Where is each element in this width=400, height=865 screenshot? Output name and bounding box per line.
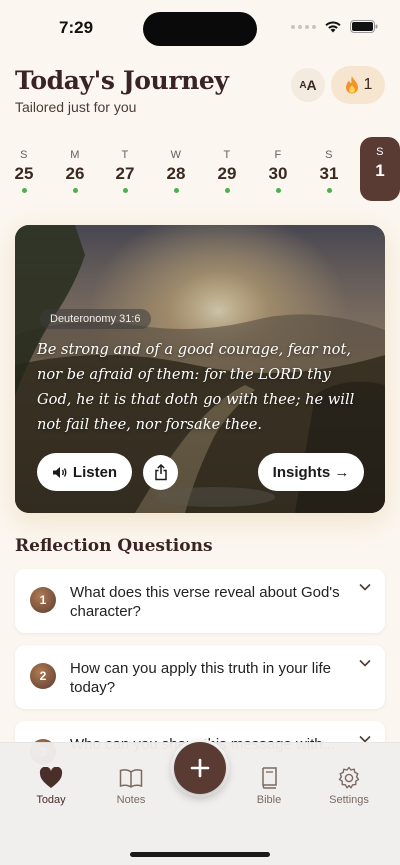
week-strip: S 25 M 26 T 27 W 28 T 29 F 30 S 31 S 1	[0, 137, 400, 202]
day-number: 31	[319, 164, 339, 183]
day-item[interactable]: S 25	[4, 140, 44, 202]
day-item-selected[interactable]: S 1	[360, 137, 400, 201]
day-item[interactable]: W 28	[156, 140, 196, 202]
day-of-week: M	[70, 149, 80, 161]
share-button[interactable]	[143, 455, 178, 490]
day-number: 28	[166, 164, 186, 183]
day-of-week: F	[274, 149, 282, 161]
day-of-week: S	[325, 149, 333, 161]
completed-dot	[173, 188, 179, 193]
status-icons	[291, 20, 378, 33]
completed-dot	[21, 188, 27, 193]
question-number: 2	[30, 663, 56, 689]
status-bar: 7:29	[0, 0, 400, 54]
signal-dots-icon	[291, 24, 316, 29]
completed-dot	[326, 188, 332, 193]
day-number: 29	[217, 164, 237, 183]
plus-icon	[190, 758, 210, 778]
day-item[interactable]: S 31	[309, 140, 349, 202]
tab-settings[interactable]: Settings	[314, 765, 384, 806]
day-item[interactable]: T 27	[105, 140, 145, 202]
day-number: 27	[115, 164, 135, 183]
day-item[interactable]: F 30	[258, 140, 298, 202]
chevron-down-icon	[359, 659, 371, 667]
tab-notes[interactable]: Notes	[96, 765, 166, 806]
font-size-big-a: A	[306, 77, 317, 93]
day-item[interactable]: M 26	[55, 140, 95, 202]
share-icon	[154, 464, 167, 481]
streak-badge[interactable]: 1	[331, 66, 385, 104]
book-open-icon	[119, 769, 143, 788]
question-text: How can you apply this truth in your lif…	[70, 660, 331, 696]
day-of-week: W	[170, 149, 182, 161]
day-number: 30	[268, 164, 288, 183]
tab-bible[interactable]: Bible	[234, 765, 304, 806]
chevron-down-icon	[359, 583, 371, 591]
question-number: 1	[30, 587, 56, 613]
home-indicator[interactable]	[130, 852, 270, 857]
page-subtitle: Tailored just for you	[15, 99, 137, 115]
verse-reference: Deuteronomy 31:6	[40, 309, 151, 329]
listen-label: Listen	[72, 463, 118, 481]
header: Today's Journey Tailored just for you	[15, 66, 229, 115]
speaker-icon	[52, 466, 67, 478]
font-size-small-a: A	[299, 79, 307, 91]
font-size-button[interactable]: AA	[291, 68, 325, 102]
page-title: Today's Journey	[15, 66, 229, 95]
day-number: 26	[65, 164, 85, 183]
day-number: 1	[375, 161, 385, 180]
day-of-week: T	[223, 149, 231, 161]
tab-today[interactable]: Today	[16, 765, 86, 806]
flame-icon	[345, 76, 358, 94]
heart-icon	[39, 767, 63, 788]
completed-dot	[275, 188, 281, 193]
reflection-title: Reflection Questions	[15, 536, 213, 556]
status-time: 7:29	[59, 18, 94, 37]
listen-button[interactable]: Listen	[37, 453, 132, 491]
tab-label: Bible	[256, 794, 282, 806]
insights-label: Insights →	[272, 463, 350, 481]
completed-dot	[122, 188, 128, 193]
question-card[interactable]: 1 What does this verse reveal about God'…	[15, 569, 385, 633]
bible-icon	[262, 767, 277, 789]
day-of-week: S	[376, 146, 384, 158]
day-number: 25	[14, 164, 34, 183]
streak-count: 1	[363, 76, 373, 93]
day-item[interactable]: T 29	[207, 140, 247, 202]
battery-icon	[350, 20, 378, 33]
wifi-icon	[325, 21, 341, 33]
tab-label: Settings	[329, 794, 369, 806]
gear-icon	[338, 766, 360, 789]
tab-label: Today	[36, 794, 66, 806]
verse-text: Be strong and of a good courage, fear no…	[37, 341, 355, 433]
tab-label: Notes	[116, 794, 146, 806]
question-text: What does this verse reveal about God's …	[70, 584, 340, 620]
day-of-week: T	[121, 149, 129, 161]
question-card[interactable]: 2 How can you apply this truth in your l…	[15, 645, 385, 709]
add-entry-button[interactable]	[174, 742, 226, 794]
day-of-week: S	[20, 149, 28, 161]
dynamic-island	[143, 12, 257, 46]
insights-button[interactable]: Insights →	[258, 453, 364, 491]
completed-dot	[224, 188, 230, 193]
completed-dot	[72, 188, 78, 193]
verse-card: Deuteronomy 31:6 Be strong and of a good…	[15, 225, 385, 513]
